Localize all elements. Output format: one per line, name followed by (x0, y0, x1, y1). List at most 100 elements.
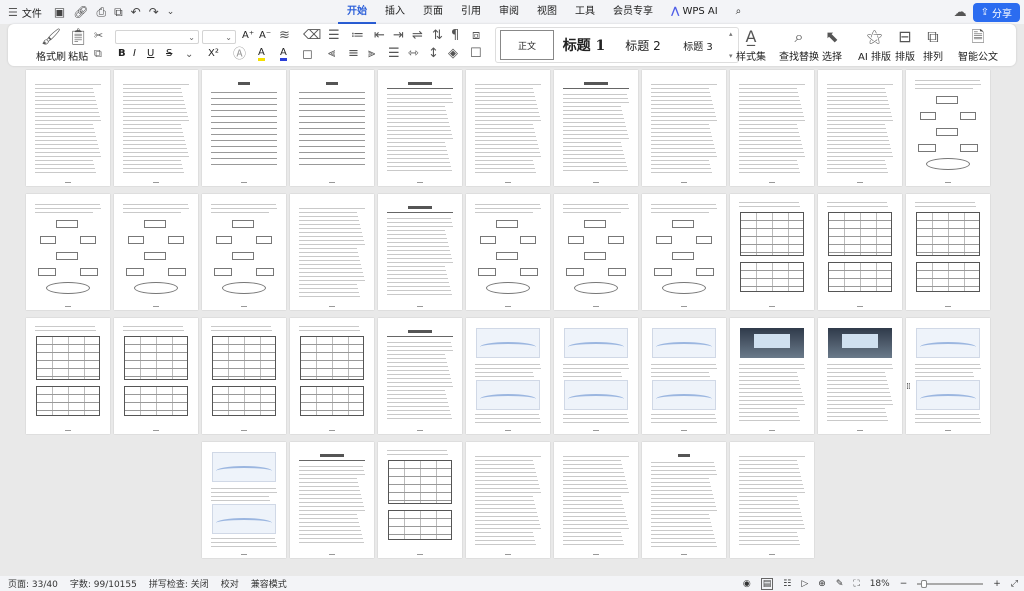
eraser-icon[interactable]: ⌫ (303, 29, 321, 42)
zoom-slider-knob[interactable] (921, 579, 928, 588)
tab-references[interactable]: 引用 (452, 0, 490, 24)
page-thumbnail[interactable] (290, 318, 374, 434)
page-thumbnail[interactable] (114, 318, 198, 434)
page-thumbnail[interactable] (730, 442, 814, 558)
format-painter-button[interactable]: 🖌︎ 格式刷 (36, 28, 66, 64)
page-thumbnail[interactable] (642, 442, 726, 558)
fit-page-icon[interactable]: ⛶ (853, 579, 859, 589)
page-thumbnail[interactable] (290, 70, 374, 186)
page-thumbnail[interactable] (554, 194, 638, 310)
share-button[interactable]: ⇪ 分享 (972, 3, 1020, 22)
layout-button[interactable]: ⊟ 排版 (895, 28, 915, 64)
align-right-icon[interactable]: ⫸ (368, 47, 375, 60)
style-heading-1[interactable]: 标题 1 (554, 30, 614, 60)
font-shrink-button[interactable]: A⁻ (259, 30, 271, 41)
zoom-in-icon[interactable]: + (993, 579, 1001, 589)
page-thumbnail[interactable] (290, 194, 374, 310)
page-thumbnail[interactable] (202, 70, 286, 186)
font-size-select[interactable]: ⌄ (202, 30, 236, 44)
page-view-icon[interactable]: ▤ (760, 577, 774, 590)
page-thumbnail[interactable] (906, 70, 990, 186)
character-border-icon[interactable]: ◻ (302, 48, 313, 61)
cut-icon[interactable]: ✂ (94, 29, 103, 42)
bullet-list-icon[interactable]: ☰ (328, 29, 340, 42)
sort-icon[interactable]: ⇅ (432, 29, 443, 42)
page-thumbnail[interactable] (906, 194, 990, 310)
pen-icon[interactable]: ✎ (836, 579, 844, 589)
font-color-button[interactable]: A (280, 48, 287, 61)
align-center-icon[interactable]: ≡ (348, 47, 359, 60)
tab-review[interactable]: 审阅 (490, 0, 528, 24)
style-normal[interactable]: 正文 (500, 30, 554, 60)
page-thumbnail[interactable] (554, 318, 638, 434)
document-multipage-view[interactable] (20, 70, 1010, 566)
style-heading-3[interactable]: 标题 3 (672, 30, 724, 60)
page-count[interactable]: 页面: 33/40 (8, 577, 58, 590)
page-thumbnail[interactable] (114, 70, 198, 186)
drag-handle-icon[interactable]: ⁞⁞ (906, 382, 911, 392)
paragraph-icon[interactable]: ⧈ (472, 29, 480, 42)
redo-icon[interactable]: ↷ (149, 5, 159, 19)
save-icon[interactable]: ▣ (54, 5, 65, 19)
eye-icon[interactable]: ◉ (743, 579, 751, 589)
page-thumbnail[interactable] (26, 70, 110, 186)
style-set-button[interactable]: A̲ 样式集 (736, 28, 766, 64)
underline-dropdown-icon[interactable]: ⌄ (185, 48, 193, 61)
distribute-icon[interactable]: ⇿ (408, 47, 419, 60)
page-thumbnail[interactable] (202, 194, 286, 310)
arrange-button[interactable]: ⧉ 排列 (923, 28, 943, 64)
page-thumbnail[interactable] (378, 318, 462, 434)
strikethrough-button[interactable]: S (166, 48, 172, 59)
page-thumbnail[interactable] (378, 194, 462, 310)
proofread[interactable]: 校对 (221, 577, 239, 590)
underline-button[interactable]: U (147, 48, 154, 59)
tab-tools[interactable]: 工具 (566, 0, 604, 24)
page-thumbnail[interactable] (26, 318, 110, 434)
pinyin-icon[interactable]: ≋ (279, 29, 290, 42)
page-thumbnail[interactable] (730, 70, 814, 186)
text-effect-icon[interactable]: Ⓐ (233, 48, 246, 61)
web-view-icon[interactable]: ⊕ (818, 579, 826, 589)
numbered-list-icon[interactable]: ≔ (351, 29, 364, 42)
paste-button[interactable]: 📋︎ 粘贴 (68, 28, 88, 64)
cloud-sync-icon[interactable]: ☁ (954, 6, 967, 19)
align-left-icon[interactable]: ⫷ (328, 47, 335, 60)
spell-check[interactable]: 拼写检查: 关闭 (149, 577, 209, 590)
fullscreen-icon[interactable]: ⤢ (1011, 579, 1018, 589)
tab-view[interactable]: 视图 (528, 0, 566, 24)
page-thumbnail[interactable] (466, 318, 550, 434)
page-thumbnail[interactable] (290, 442, 374, 558)
highlight-button[interactable]: A (258, 48, 265, 61)
read-mode-icon[interactable]: ▷ (801, 579, 808, 589)
border-icon[interactable]: ☐ (470, 47, 482, 60)
find-replace-button[interactable]: ⌕ 查找替换 (779, 28, 819, 64)
page-thumbnail[interactable] (202, 442, 286, 558)
undo-icon[interactable]: ↶ (131, 5, 141, 19)
select-button[interactable]: ⬉ 选择 (822, 28, 842, 64)
word-count[interactable]: 字数: 99/10155 (70, 577, 137, 590)
zoom-level[interactable]: 18% (870, 579, 890, 589)
font-grow-button[interactable]: A⁺ (242, 30, 254, 41)
tab-page[interactable]: 页面 (414, 0, 452, 24)
font-name-select[interactable]: ⌄ (115, 30, 199, 44)
outline-view-icon[interactable]: ☷ (783, 579, 791, 589)
page-thumbnail[interactable] (466, 194, 550, 310)
page-thumbnail[interactable] (378, 70, 462, 186)
tab-wps-ai[interactable]: ⋀ WPS AI (662, 0, 727, 24)
increase-indent-icon[interactable]: ⇥ (393, 29, 404, 42)
page-thumbnail[interactable] (818, 70, 902, 186)
file-menu[interactable]: ☰ 文件 (0, 5, 42, 20)
chinese-layout-icon[interactable]: ⇌ (412, 29, 423, 42)
page-thumbnail[interactable] (906, 318, 990, 434)
page-thumbnail[interactable] (818, 318, 902, 434)
bold-button[interactable]: B (118, 48, 126, 59)
justify-icon[interactable]: ☰ (388, 47, 400, 60)
tab-member[interactable]: 会员专享 (604, 0, 662, 24)
tab-home[interactable]: 开始 (338, 0, 376, 24)
show-marks-icon[interactable]: ¶ (451, 29, 459, 42)
print-preview-icon[interactable]: ⧉ (114, 5, 123, 20)
page-thumbnail[interactable] (378, 442, 462, 558)
print-icon[interactable]: ⎙ (96, 5, 106, 20)
line-spacing-icon[interactable]: ↕ (428, 47, 439, 60)
tab-insert[interactable]: 插入 (376, 0, 414, 24)
